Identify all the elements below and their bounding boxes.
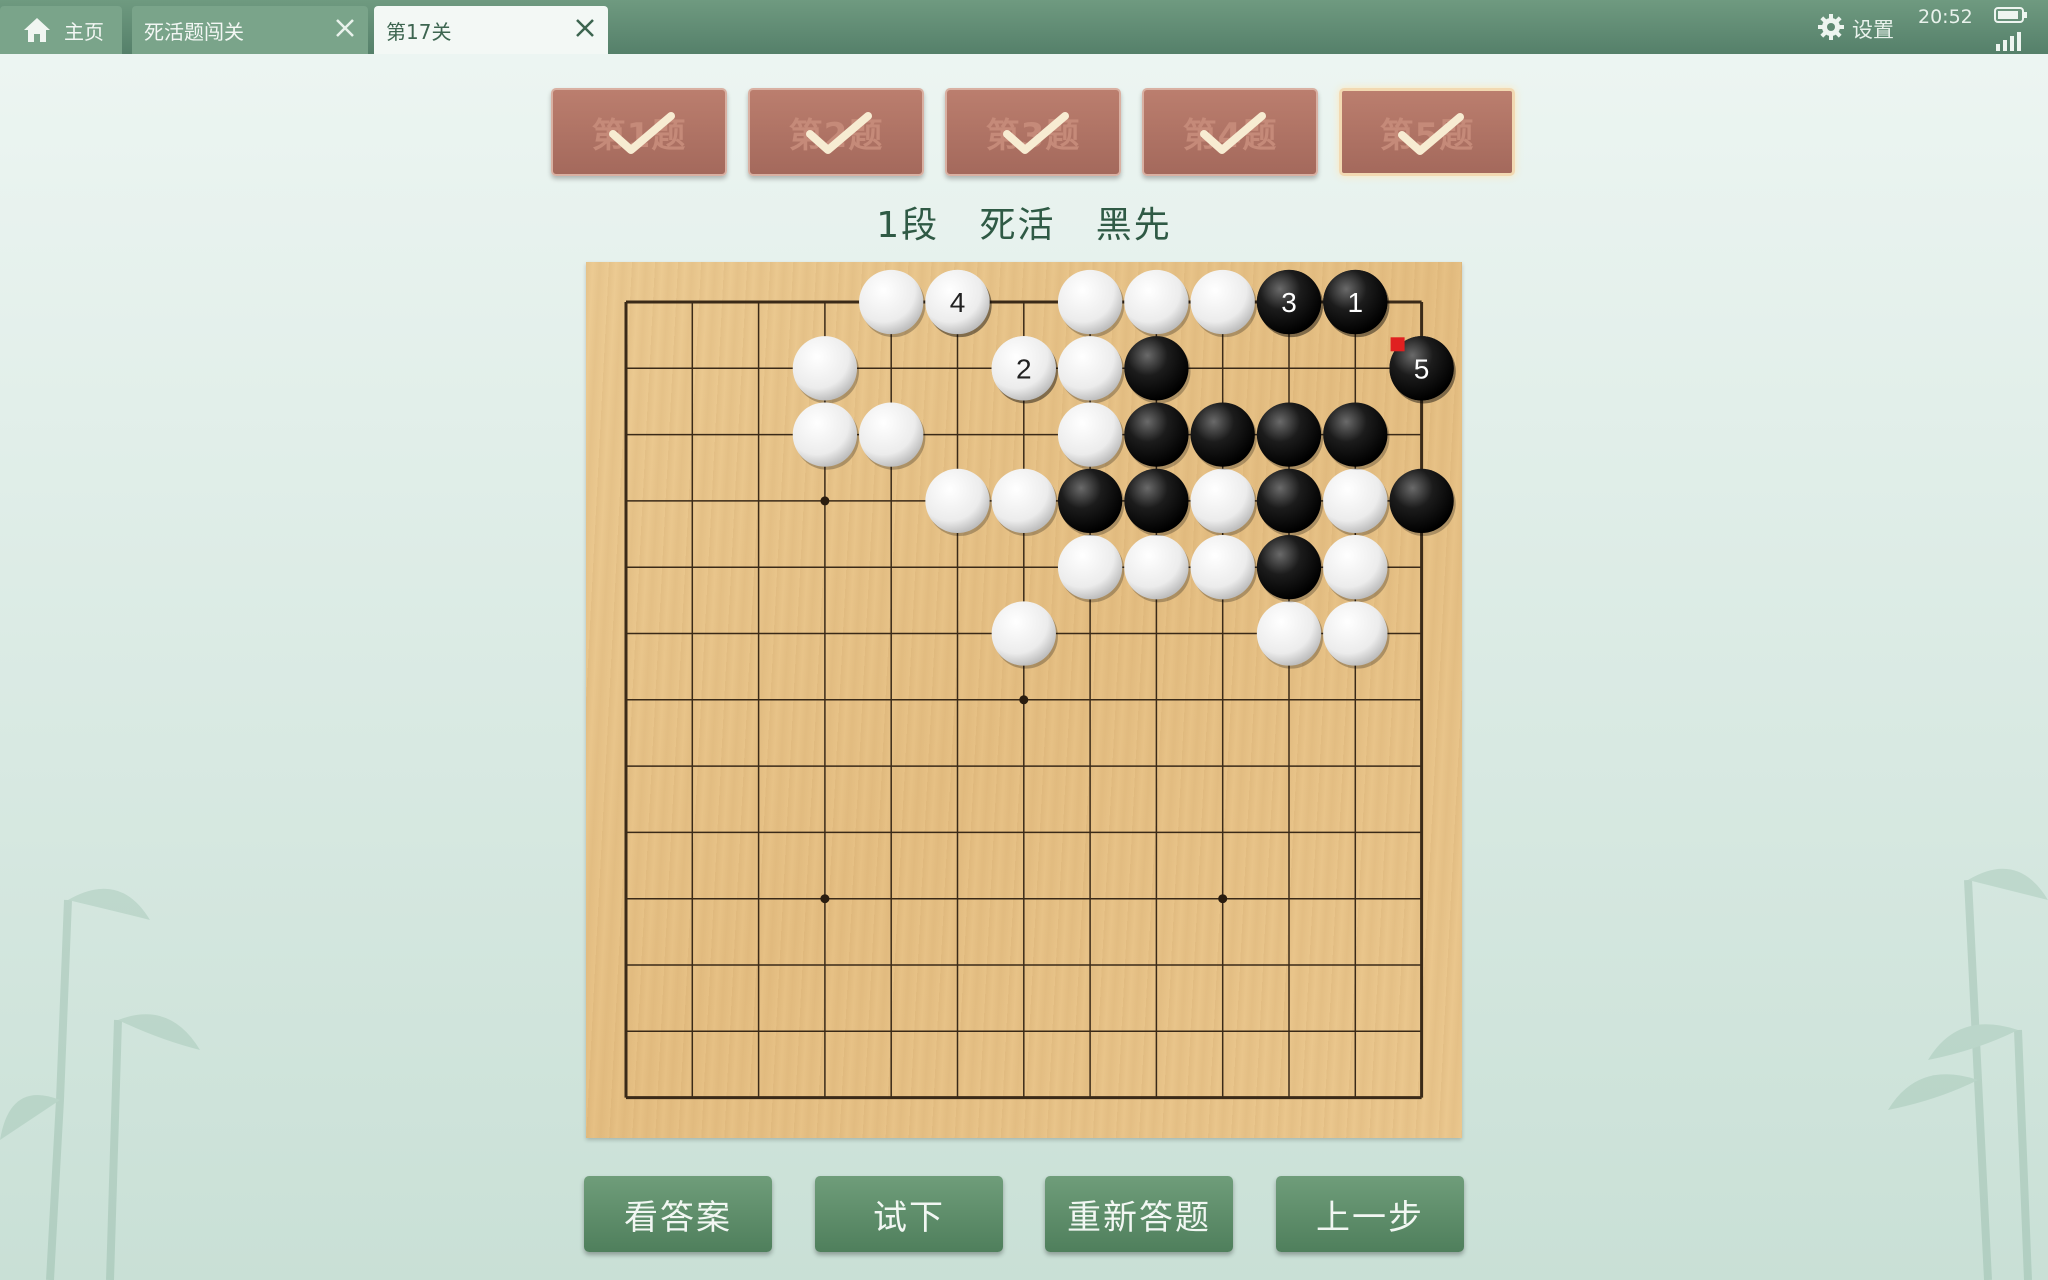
check-icon — [1003, 112, 1069, 154]
white-stone — [859, 402, 924, 467]
check-icon — [609, 112, 675, 154]
star-point — [820, 496, 830, 506]
restart-problem-button[interactable]: 重新答题 — [1045, 1176, 1233, 1252]
white-stone — [991, 468, 1056, 534]
white-stone — [1190, 269, 1255, 335]
white-stone — [925, 468, 990, 534]
white-stone — [1057, 269, 1123, 335]
close-icon[interactable] — [574, 17, 596, 39]
bamboo-decoration — [0, 888, 200, 1280]
black-stone — [1124, 336, 1189, 401]
white-stone — [1323, 468, 1388, 534]
gear-icon — [1818, 14, 1844, 40]
white-stone — [1057, 535, 1123, 600]
tab-level-17[interactable]: 第17关 — [374, 6, 608, 54]
home-icon — [24, 18, 50, 42]
white-stone — [1256, 601, 1322, 666]
tab-home-label: 主页 — [64, 19, 104, 44]
clock: 20:52 — [1918, 6, 1973, 28]
move-number: 2 — [1016, 353, 1032, 384]
move-number: 4 — [950, 287, 966, 318]
white-stone — [1124, 535, 1189, 600]
bamboo-decoration — [1888, 868, 2048, 1280]
tab-life-death-challenge[interactable]: 死活题闯关 — [132, 6, 368, 54]
star-point — [1218, 894, 1228, 904]
settings-label: 设置 — [1852, 18, 1894, 42]
problem-button-3[interactable]: 第3题 — [945, 88, 1121, 176]
white-stone — [1323, 601, 1388, 666]
go-board[interactable]: 1 2 3 4 5 — [586, 262, 1462, 1138]
problem-button-5[interactable]: 第5题 — [1339, 88, 1515, 176]
white-stone — [1124, 269, 1189, 335]
black-stone — [1323, 402, 1388, 467]
white-stone — [991, 601, 1056, 666]
signal-icon — [1996, 32, 2021, 51]
check-icon — [1200, 112, 1266, 154]
white-stone — [792, 402, 858, 467]
check-icon — [1398, 113, 1464, 155]
black-stone — [1124, 402, 1189, 467]
last-move-marker — [1390, 337, 1405, 352]
black-stone — [1190, 402, 1255, 467]
problem-button-2[interactable]: 第2题 — [748, 88, 924, 176]
white-stone — [1057, 402, 1123, 467]
problem-info: 1段 死活 黑先 — [876, 205, 1172, 246]
check-icon — [806, 112, 872, 154]
problem-button-4[interactable]: 第4题 — [1142, 88, 1318, 176]
battery-icon — [1994, 7, 2027, 23]
black-stone — [1256, 468, 1322, 534]
close-icon[interactable] — [334, 17, 356, 39]
white-stone — [859, 269, 924, 335]
move-number: 5 — [1414, 353, 1430, 384]
white-stone — [1190, 468, 1255, 534]
white-stone — [1323, 535, 1388, 600]
star-point — [1019, 695, 1029, 705]
black-stone — [1057, 468, 1123, 534]
tab-challenge-label: 死活题闯关 — [144, 19, 244, 44]
undo-button[interactable]: 上一步 — [1276, 1176, 1464, 1252]
white-stone — [1057, 336, 1123, 401]
show-answer-button[interactable]: 看答案 — [584, 1176, 772, 1252]
problem-button-1[interactable]: 第1题 — [551, 88, 727, 176]
try-move-button[interactable]: 试下 — [815, 1176, 1003, 1252]
white-stone — [792, 336, 858, 401]
move-number: 1 — [1348, 287, 1364, 318]
tab-home[interactable]: 主页 — [0, 6, 122, 54]
move-number: 3 — [1281, 287, 1297, 318]
black-stone — [1124, 468, 1189, 534]
settings-button[interactable]: 设置 — [1814, 0, 1924, 54]
black-stone — [1256, 402, 1322, 467]
tab-level-label: 第17关 — [386, 19, 452, 44]
white-stone — [1190, 535, 1255, 600]
black-stone — [1389, 468, 1454, 534]
star-point — [820, 894, 830, 904]
black-stone — [1256, 535, 1322, 600]
board-canvas[interactable]: 1 2 3 4 5 — [586, 262, 1462, 1138]
